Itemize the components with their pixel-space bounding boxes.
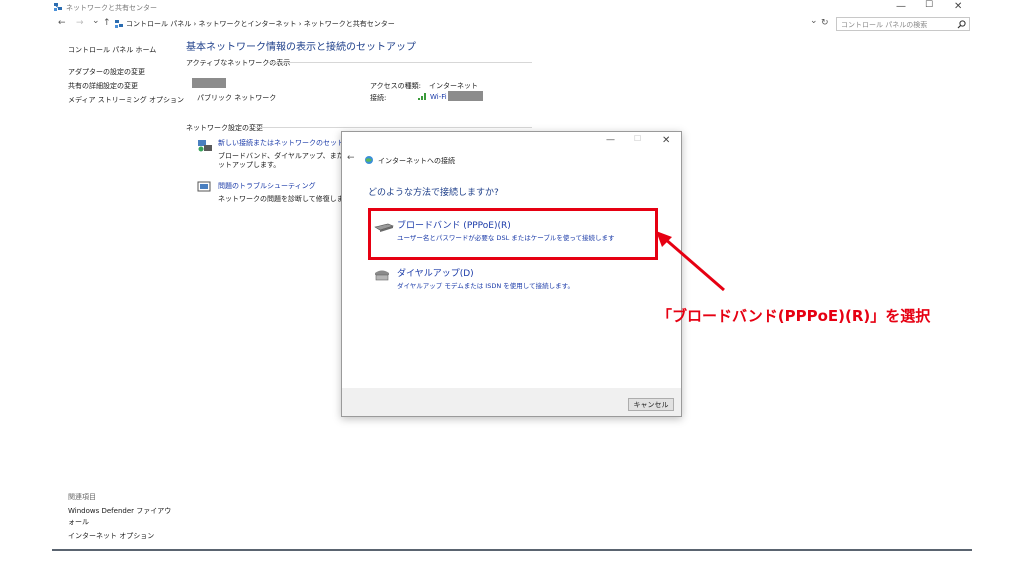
minimize-button[interactable]: — — [896, 1, 906, 12]
close-button[interactable]: ✕ — [954, 1, 962, 12]
dialog-question: どのような方法で接続しますか? — [368, 188, 499, 198]
breadcrumb[interactable]: コントロール パネル › ネットワークとインターネット › ネットワークと共有セ… — [126, 19, 395, 29]
address-bar: ← → ⌄ ↑ コントロール パネル › ネットワークとインターネット › ネッ… — [52, 15, 972, 33]
search-placeholder: コントロール パネルの検索 — [841, 21, 928, 29]
option-dialup-title: ダイヤルアップ(D) — [397, 269, 474, 279]
related-link-firewall[interactable]: Windows Defender ファイアウォール — [68, 506, 172, 528]
page-title: 基本ネットワーク情報の表示と接続のセットアップ — [186, 42, 416, 53]
forward-arrow-icon[interactable]: → — [76, 18, 84, 28]
dialog-back-icon[interactable]: ← — [347, 153, 355, 163]
ssid-redacted — [448, 91, 483, 101]
up-arrow-icon[interactable]: ↑ — [103, 18, 111, 28]
sidebar-home-link[interactable]: コントロール パネル ホーム — [68, 45, 156, 55]
history-dropdown-icon[interactable]: ⌄ — [92, 16, 100, 26]
maximize-button[interactable]: ☐ — [925, 0, 933, 10]
annotation-highlight-box — [368, 208, 658, 260]
new-connection-desc-2: ットアップします。 — [218, 161, 281, 169]
dialog-maximize-button[interactable]: ☐ — [634, 134, 641, 143]
network-type-link[interactable]: パブリック ネットワーク — [197, 93, 276, 103]
annotation-arrow-icon — [656, 231, 725, 292]
option-dialup-desc: ダイヤルアップ モデムまたは ISDN を使用して接続します。 — [397, 282, 574, 290]
search-input[interactable]: コントロール パネルの検索 — [836, 17, 970, 31]
dialup-phone-icon — [375, 270, 389, 281]
wifi-signal-icon — [418, 93, 426, 100]
dialog-title: インターネットへの接続 — [378, 157, 455, 165]
refresh-icon[interactable]: ↻ — [821, 18, 829, 28]
heading-divider — [255, 127, 532, 128]
connect-internet-dialog: — ☐ ✕ ← インターネットへの接続 どのような方法で接続しますか? ブロード… — [341, 131, 682, 417]
heading-divider — [268, 62, 532, 63]
address-dropdown-icon[interactable]: ⌄ — [810, 16, 818, 26]
dialog-minimize-button[interactable]: — — [606, 135, 615, 145]
connection-label: 接続: — [370, 94, 387, 102]
search-icon[interactable] — [957, 20, 966, 29]
related-heading: 関連項目 — [68, 493, 96, 501]
network-name-redacted — [192, 78, 226, 88]
access-type-label: アクセスの種類: — [370, 82, 422, 90]
globe-connection-icon — [365, 156, 373, 164]
dialog-close-button[interactable]: ✕ — [662, 135, 670, 146]
window-title: ネットワークと共有センター — [66, 4, 157, 12]
back-arrow-icon[interactable]: ← — [58, 18, 66, 28]
wifi-connection-link[interactable]: Wi-Fi — [430, 93, 447, 101]
sidebar-item-media-streaming[interactable]: メディア ストリーミング オプション — [68, 95, 184, 105]
option-dialup[interactable]: ダイヤルアップ(D) ダイヤルアップ モデムまたは ISDN を使用して接続しま… — [370, 264, 650, 294]
related-link-internet-options[interactable]: インターネット オプション — [68, 531, 154, 541]
title-bar: ネットワークと共有センター — ☐ ✕ — [52, 0, 972, 14]
sidebar-item-advanced-sharing[interactable]: 共有の詳細設定の変更 — [68, 81, 138, 91]
troubleshoot-icon — [197, 181, 211, 192]
network-setup-icon — [198, 140, 212, 152]
control-panel-icon — [115, 20, 123, 28]
active-networks-heading: アクティブなネットワークの表示 — [186, 59, 291, 67]
troubleshoot-link[interactable]: 問題のトラブルシューティング — [218, 181, 316, 191]
access-type-value: インターネット — [429, 82, 478, 90]
network-center-icon — [54, 3, 62, 11]
annotation-text: 「ブロードバンド(PPPoE)(R)」を選択 — [657, 307, 931, 325]
cancel-button[interactable]: キャンセル — [628, 398, 674, 411]
taskbar-edge — [52, 549, 972, 551]
change-settings-heading: ネットワーク設定の変更 — [186, 124, 263, 132]
sidebar-item-adapter-settings[interactable]: アダプターの設定の変更 — [68, 67, 145, 77]
